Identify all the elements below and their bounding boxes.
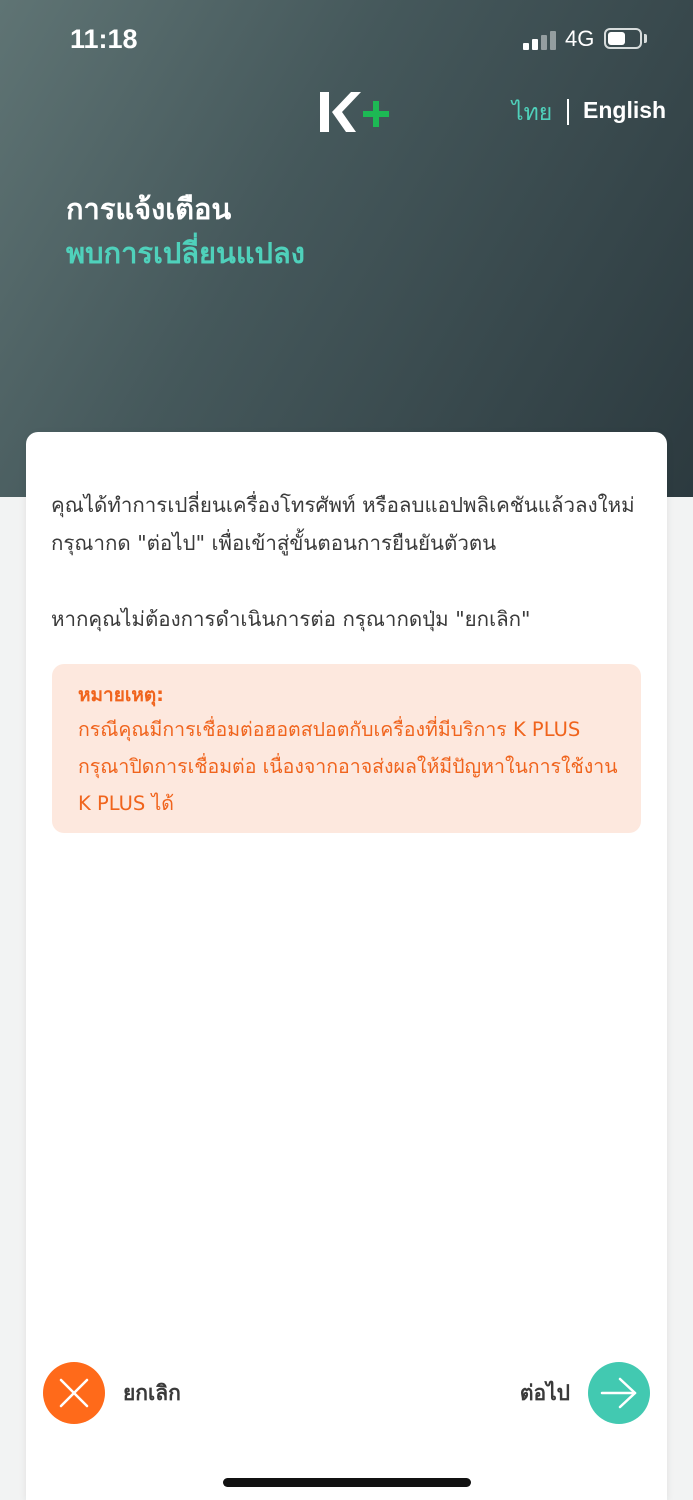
close-icon[interactable] [43, 1362, 105, 1424]
page-title: การแจ้งเตือน [66, 192, 232, 226]
cancel-label[interactable]: ยกเลิก [123, 1377, 181, 1410]
kplus-logo [320, 92, 389, 132]
note-box: หมายเหตุ: กรณีคุณมีการเชื่อมต่อฮอตสปอตกั… [52, 664, 641, 833]
arrow-right-icon[interactable] [588, 1362, 650, 1424]
note-body: กรณีคุณมีการเชื่อมต่อฮอตสปอตกับเครื่องที… [78, 718, 618, 815]
cancel-instruction-message: หากคุณไม่ต้องการดำเนินการต่อ กรุณากดปุ่ม… [51, 607, 531, 631]
language-divider [567, 99, 569, 125]
language-thai-option[interactable]: ไทย [512, 95, 552, 131]
status-time: 11:18 [70, 24, 138, 54]
language-english-option[interactable]: English [583, 97, 666, 124]
note-title: หมายเหตุ: [78, 684, 164, 706]
signal-icon [523, 30, 557, 50]
home-indicator [223, 1478, 471, 1487]
battery-icon [604, 28, 642, 49]
next-button[interactable]: ต่อไป [520, 1362, 650, 1424]
message-card: คุณได้ทำการเปลี่ยนเครื่องโทรศัพท์ หรือลบ… [26, 432, 667, 1500]
header-banner: 11:18 4G ไทย English การแจ้งเตือน พบการเ… [0, 0, 693, 497]
page-subtitle: พบการเปลี่ยนแปลง [66, 236, 305, 270]
battery-tip [644, 34, 647, 43]
network-type: 4G [565, 26, 595, 51]
cancel-button[interactable]: ยกเลิก [43, 1362, 181, 1424]
change-detected-message: คุณได้ทำการเปลี่ยนเครื่องโทรศัพท์ หรือลบ… [51, 493, 635, 555]
next-label[interactable]: ต่อไป [520, 1377, 570, 1410]
